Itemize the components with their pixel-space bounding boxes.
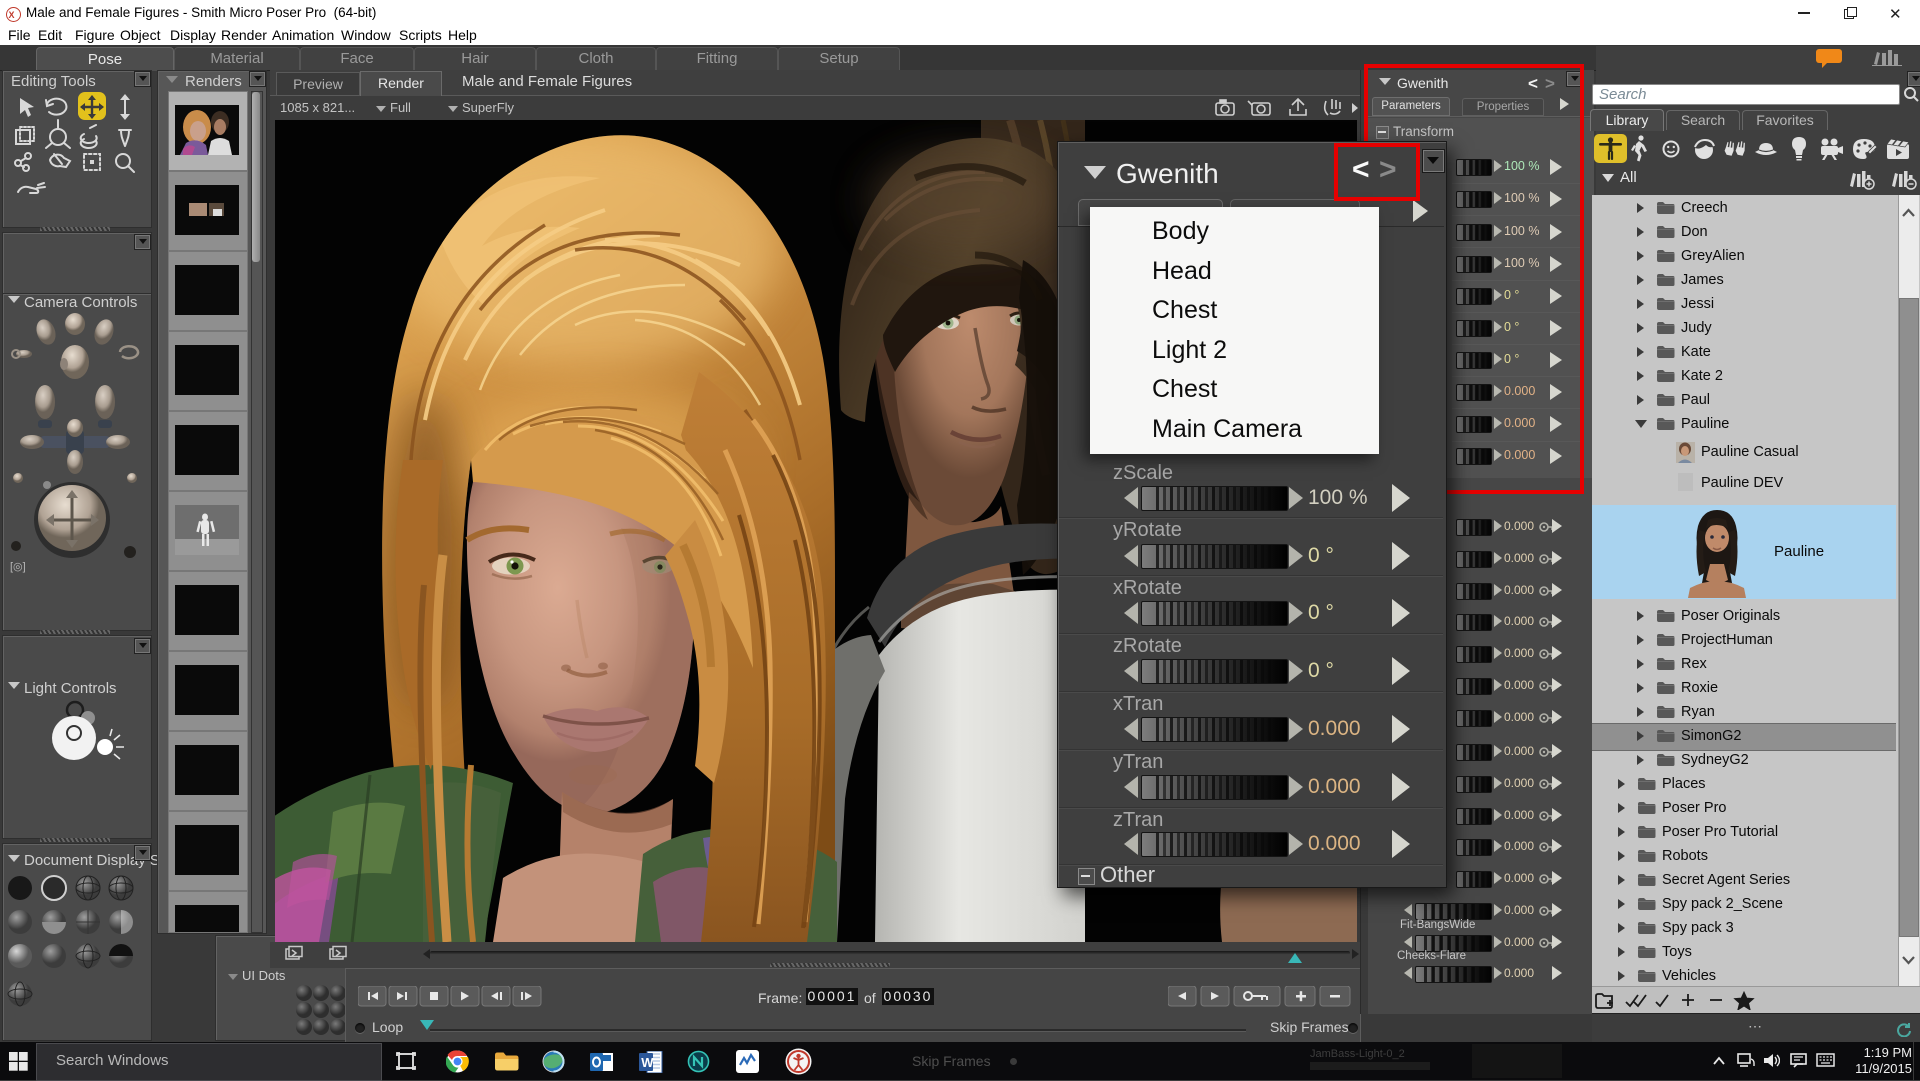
svg-text:[◎]: [◎]	[10, 561, 26, 573]
svg-text:W: W	[641, 1055, 654, 1070]
